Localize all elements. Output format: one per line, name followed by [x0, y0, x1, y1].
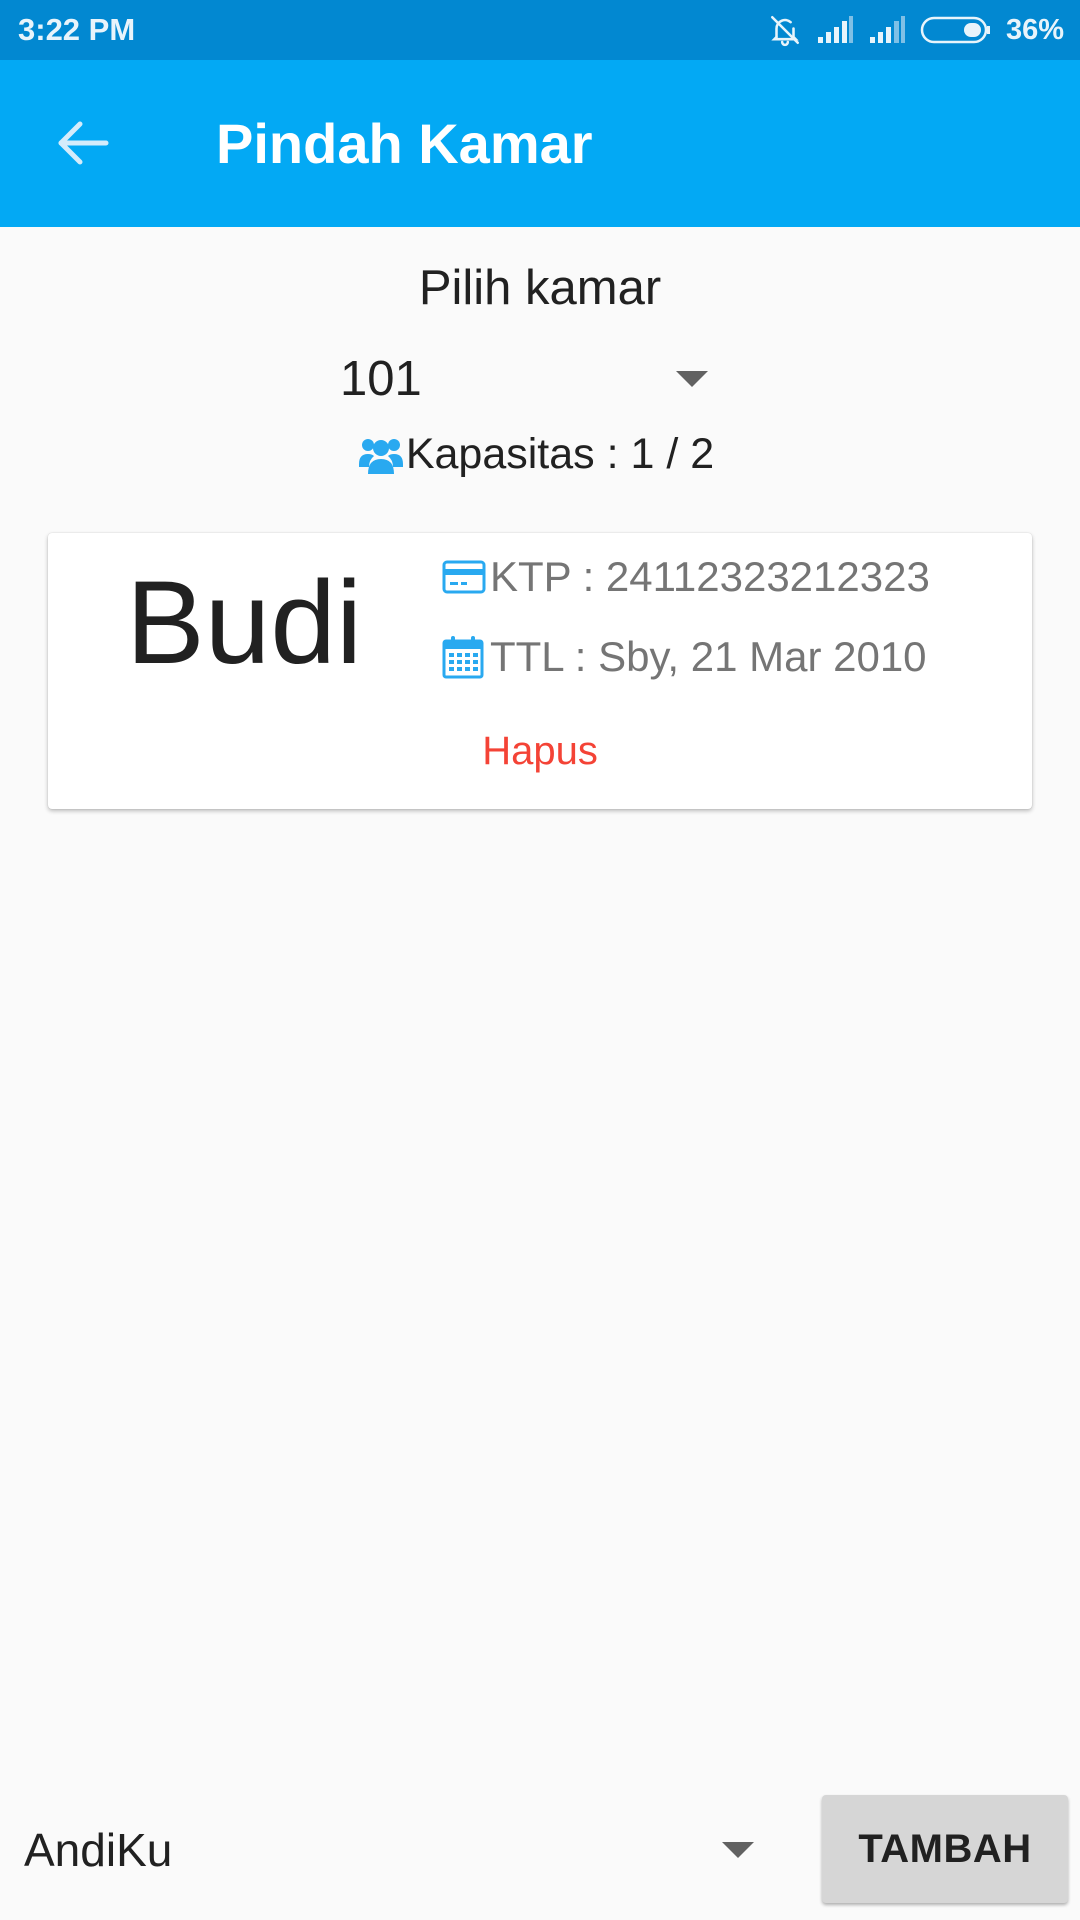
occupant-name: Budi — [126, 557, 363, 689]
delete-button[interactable]: Hapus — [48, 729, 1032, 774]
occupant-spinner-value: AndiKu — [24, 1824, 173, 1876]
battery-percent: 36% — [1005, 14, 1064, 46]
signal-icon — [816, 15, 854, 45]
add-button[interactable]: TAMBAH — [822, 1795, 1068, 1903]
page-title: Pindah Kamar — [216, 112, 593, 175]
status-icons: 36% — [768, 0, 1064, 60]
occupant-card: Budi KTP : 24112323212323 TTL: Sby, 21 … — [48, 533, 1032, 809]
ktp-row: KTP : 24112323212323 — [442, 549, 930, 605]
ttl-text: TTL : Sby, 21 Mar 2010 — [490, 633, 927, 680]
room-spinner-value: 101 — [340, 352, 422, 406]
back-button[interactable] — [50, 115, 116, 175]
room-select-label: Pilih kamar — [418, 261, 662, 315]
calendar-icon — [442, 634, 488, 680]
ttl-row: TTL : Sby, 21 Mar 2010 — [442, 629, 927, 685]
arrow-left-icon — [56, 119, 110, 172]
status-time: 3:22 PM — [18, 12, 136, 47]
chevron-down-icon — [676, 371, 708, 387]
ktp-text: KTP : 24112323212323 — [490, 553, 930, 600]
occupant-spinner[interactable]: AndiKu — [0, 1810, 770, 1890]
room-spinner[interactable]: 101 — [330, 345, 720, 413]
capacity-info: Kapasitas : 1 / 2 — [0, 430, 1080, 479]
signal-icon — [868, 15, 906, 45]
users-icon — [358, 434, 404, 476]
battery-icon — [920, 15, 992, 45]
id-card-icon — [442, 554, 488, 600]
capacity-text: Kapasitas : 1 / 2 — [405, 430, 715, 478]
status-bar: 3:22 PM 36% — [0, 0, 1080, 60]
bell-off-icon — [768, 13, 802, 47]
chevron-down-icon — [722, 1842, 754, 1858]
app-bar: Pindah Kamar — [0, 60, 1080, 227]
